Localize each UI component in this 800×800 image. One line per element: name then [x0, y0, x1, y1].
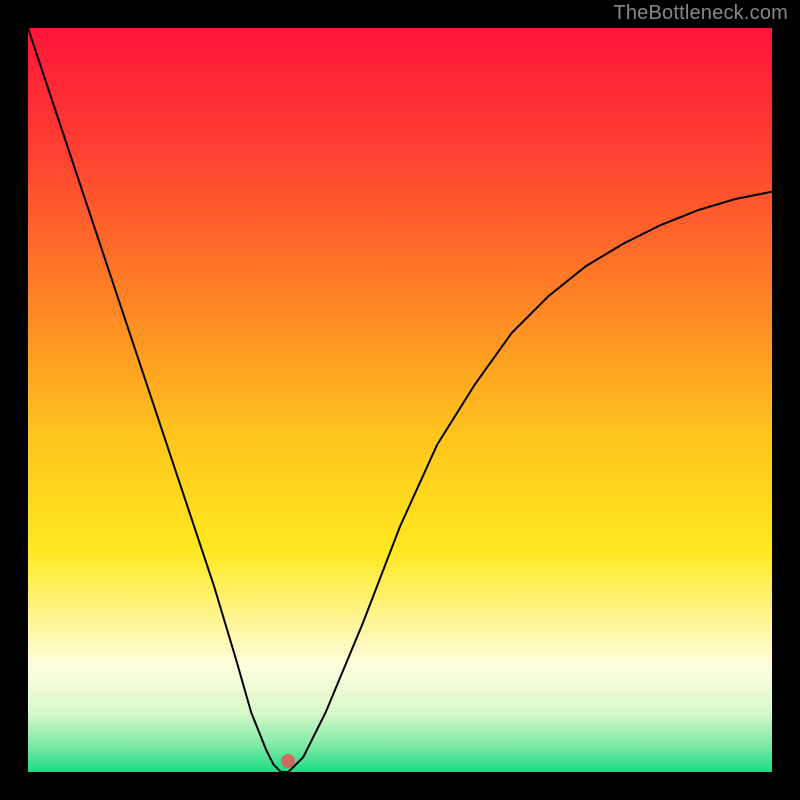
plot-area: [28, 28, 772, 772]
bottleneck-curve: [28, 28, 772, 772]
plot-frame: [28, 28, 772, 772]
watermark-text: TheBottleneck.com: [613, 2, 788, 25]
curve-layer: [28, 28, 772, 772]
optimal-point-marker: [281, 754, 295, 768]
